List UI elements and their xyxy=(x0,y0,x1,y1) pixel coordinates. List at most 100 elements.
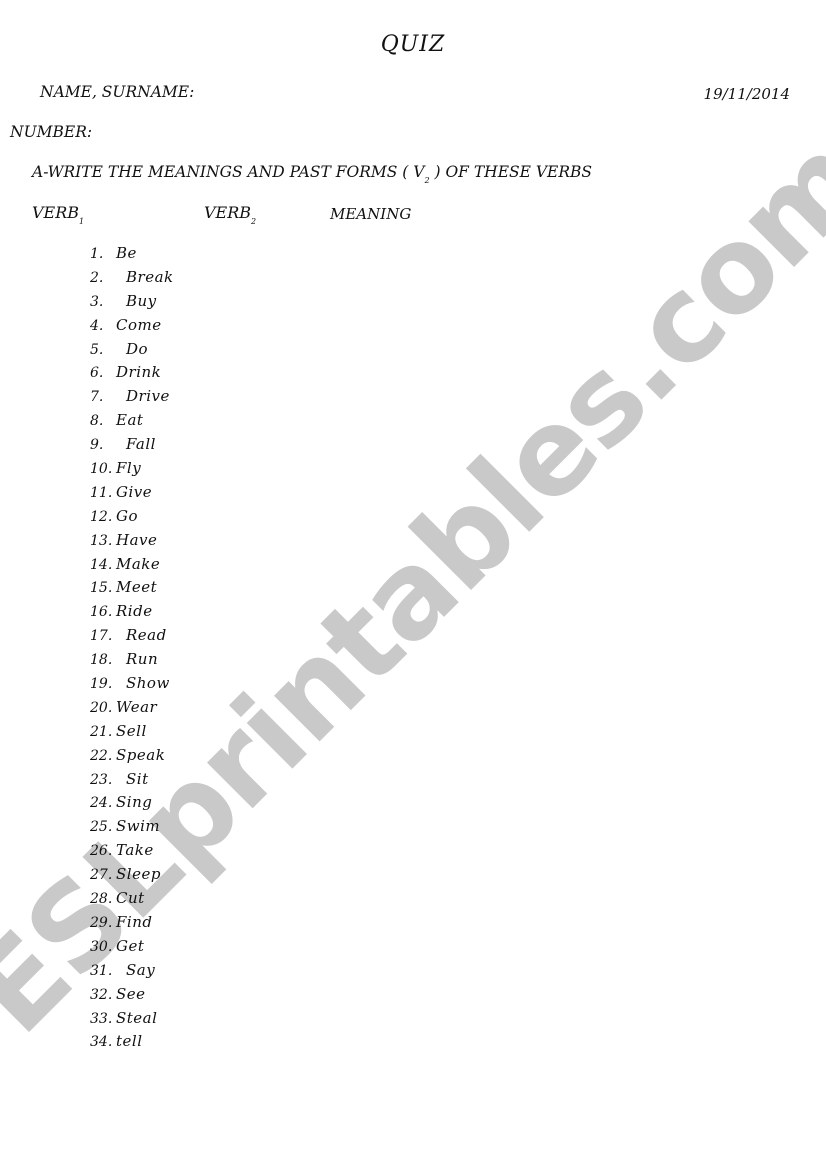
column-header-meaning: MEANING xyxy=(330,205,412,223)
verb-word: Give xyxy=(116,482,153,501)
verb-word: Cut xyxy=(116,889,145,908)
column-header-verb1-subscript: 1 xyxy=(79,217,85,226)
verb-word: Wear xyxy=(116,697,158,716)
verb-word: Go xyxy=(116,506,139,525)
verb-list: 1. Be 2. Break 3. Buy 4. Come 5. Do 6. Drink 7. Drive… xyxy=(90,242,174,1054)
verb-list-item: 32. See xyxy=(90,983,174,1007)
verb-number: 23. xyxy=(90,771,113,788)
verb-list-item: 19. Show xyxy=(90,672,174,696)
verb-list-item: 17. Read xyxy=(90,624,174,648)
verb-list-item: 24. Sing xyxy=(90,791,174,815)
verb-word: Sit xyxy=(126,769,149,788)
verb-number: 25. xyxy=(90,819,113,836)
verb-list-item: 28. Cut xyxy=(90,887,174,911)
verb-word: Ride xyxy=(116,602,153,621)
verb-list-item: 11. Give xyxy=(90,481,174,505)
verb-word: Have xyxy=(116,530,158,549)
verb-number: 6. xyxy=(90,365,104,382)
verb-word: Sing xyxy=(116,793,153,812)
verb-word: Be xyxy=(116,244,137,262)
verb-word: Break xyxy=(126,267,174,286)
verb-word: tell xyxy=(116,1032,143,1051)
verb-number: 29. xyxy=(90,914,113,931)
verb-word: Show xyxy=(126,674,170,693)
quiz-date: 19/11/2014 xyxy=(703,85,790,103)
verb-number: 11. xyxy=(90,484,113,501)
column-header-verb2: VERB2 xyxy=(204,203,256,226)
verb-word: Meet xyxy=(116,578,158,597)
verb-number: 3. xyxy=(90,293,104,310)
verb-number: 15. xyxy=(90,580,113,597)
verb-list-item: 26. Take xyxy=(90,839,174,863)
verb-number: 31. xyxy=(90,962,113,979)
column-header-verb1: VERB1 xyxy=(32,203,84,226)
verb-number: 9. xyxy=(90,437,104,454)
verb-list-item: 14. Make xyxy=(90,553,174,577)
verb-number: 30. xyxy=(90,938,113,955)
verb-number: 1. xyxy=(90,246,104,262)
verb-list-item: 34. tell xyxy=(90,1030,174,1054)
verb-list-item: 6. Drink xyxy=(90,361,174,385)
verb-list-item: 33. Steal xyxy=(90,1007,174,1031)
verb-list-item: 15. Meet xyxy=(90,576,174,600)
verb-number: 13. xyxy=(90,532,113,549)
verb-number: 27. xyxy=(90,867,113,884)
verb-list-item: 27. Sleep xyxy=(90,863,174,887)
verb-word: Buy xyxy=(126,291,157,310)
page-title: QUIZ xyxy=(380,32,446,57)
verb-word: Swim xyxy=(116,817,161,836)
column-header-verb1-label: VERB xyxy=(32,203,80,222)
verb-word: Speak xyxy=(116,745,166,764)
column-header-verb2-subscript: 2 xyxy=(251,217,257,226)
verb-list-item: 22. Speak xyxy=(90,744,174,768)
verb-list-item: 4. Come xyxy=(90,314,174,338)
verb-number: 34. xyxy=(90,1034,113,1051)
verb-list-item: 23. Sit xyxy=(90,768,174,792)
student-number-label: NUMBER: xyxy=(10,123,93,141)
verb-word: Sell xyxy=(116,721,147,740)
verb-number: 32. xyxy=(90,986,113,1003)
instruction-text-main: A-WRITE THE MEANINGS AND PAST FORMS ( V xyxy=(32,163,425,181)
verb-number: 5. xyxy=(90,341,104,358)
column-header-verb2-label: VERB xyxy=(204,203,252,222)
verb-number: 10. xyxy=(90,461,113,478)
verb-word: Read xyxy=(126,626,167,645)
verb-word: Fall xyxy=(126,435,156,454)
instruction-text-tail: ) OF THESE VERBS xyxy=(429,163,593,181)
verb-list-item: 2. Break xyxy=(90,266,174,290)
verb-number: 28. xyxy=(90,891,113,908)
instruction-text: A-WRITE THE MEANINGS AND PAST FORMS ( V2… xyxy=(32,163,592,185)
verb-number: 7. xyxy=(90,389,104,406)
verb-word: Find xyxy=(116,912,153,931)
verb-number: 2. xyxy=(90,269,104,286)
verb-word: Sleep xyxy=(116,865,161,884)
verb-number: 16. xyxy=(90,604,113,621)
verb-list-item: 8. Eat xyxy=(90,409,174,433)
verb-list-item: 7. Drive xyxy=(90,385,174,409)
verb-list-item: 12. Go xyxy=(90,505,174,529)
verb-list-item: 31. Say xyxy=(90,959,174,983)
verb-list-item: 20. Wear xyxy=(90,696,174,720)
verb-number: 33. xyxy=(90,1010,113,1027)
verb-list-item: 9. Fall xyxy=(90,433,174,457)
verb-list-item: 18. Run xyxy=(90,648,174,672)
verb-list-item: 13. Have xyxy=(90,529,174,553)
verb-list-item: 3. Buy xyxy=(90,290,174,314)
worksheet-page: QUIZ NAME, SURNAME: 19/11/2014 NUMBER: A… xyxy=(0,0,826,1169)
verb-number: 12. xyxy=(90,508,113,525)
verb-word: Fly xyxy=(116,459,142,478)
verb-list-item: 25. Swim xyxy=(90,815,174,839)
verb-list-item: 30. Get xyxy=(90,935,174,959)
name-surname-label: NAME, SURNAME: xyxy=(40,83,195,101)
verb-list-item: 16. Ride xyxy=(90,600,174,624)
verb-number: 4. xyxy=(90,317,104,334)
verb-list-item: 21. Sell xyxy=(90,720,174,744)
verb-word: Eat xyxy=(116,411,144,430)
verb-number: 8. xyxy=(90,413,104,430)
verb-word: See xyxy=(116,984,146,1003)
verb-number: 14. xyxy=(90,556,113,573)
verb-word: Come xyxy=(116,315,162,334)
verb-word: Take xyxy=(116,841,154,860)
verb-word: Get xyxy=(116,936,145,955)
verb-number: 17. xyxy=(90,628,113,645)
